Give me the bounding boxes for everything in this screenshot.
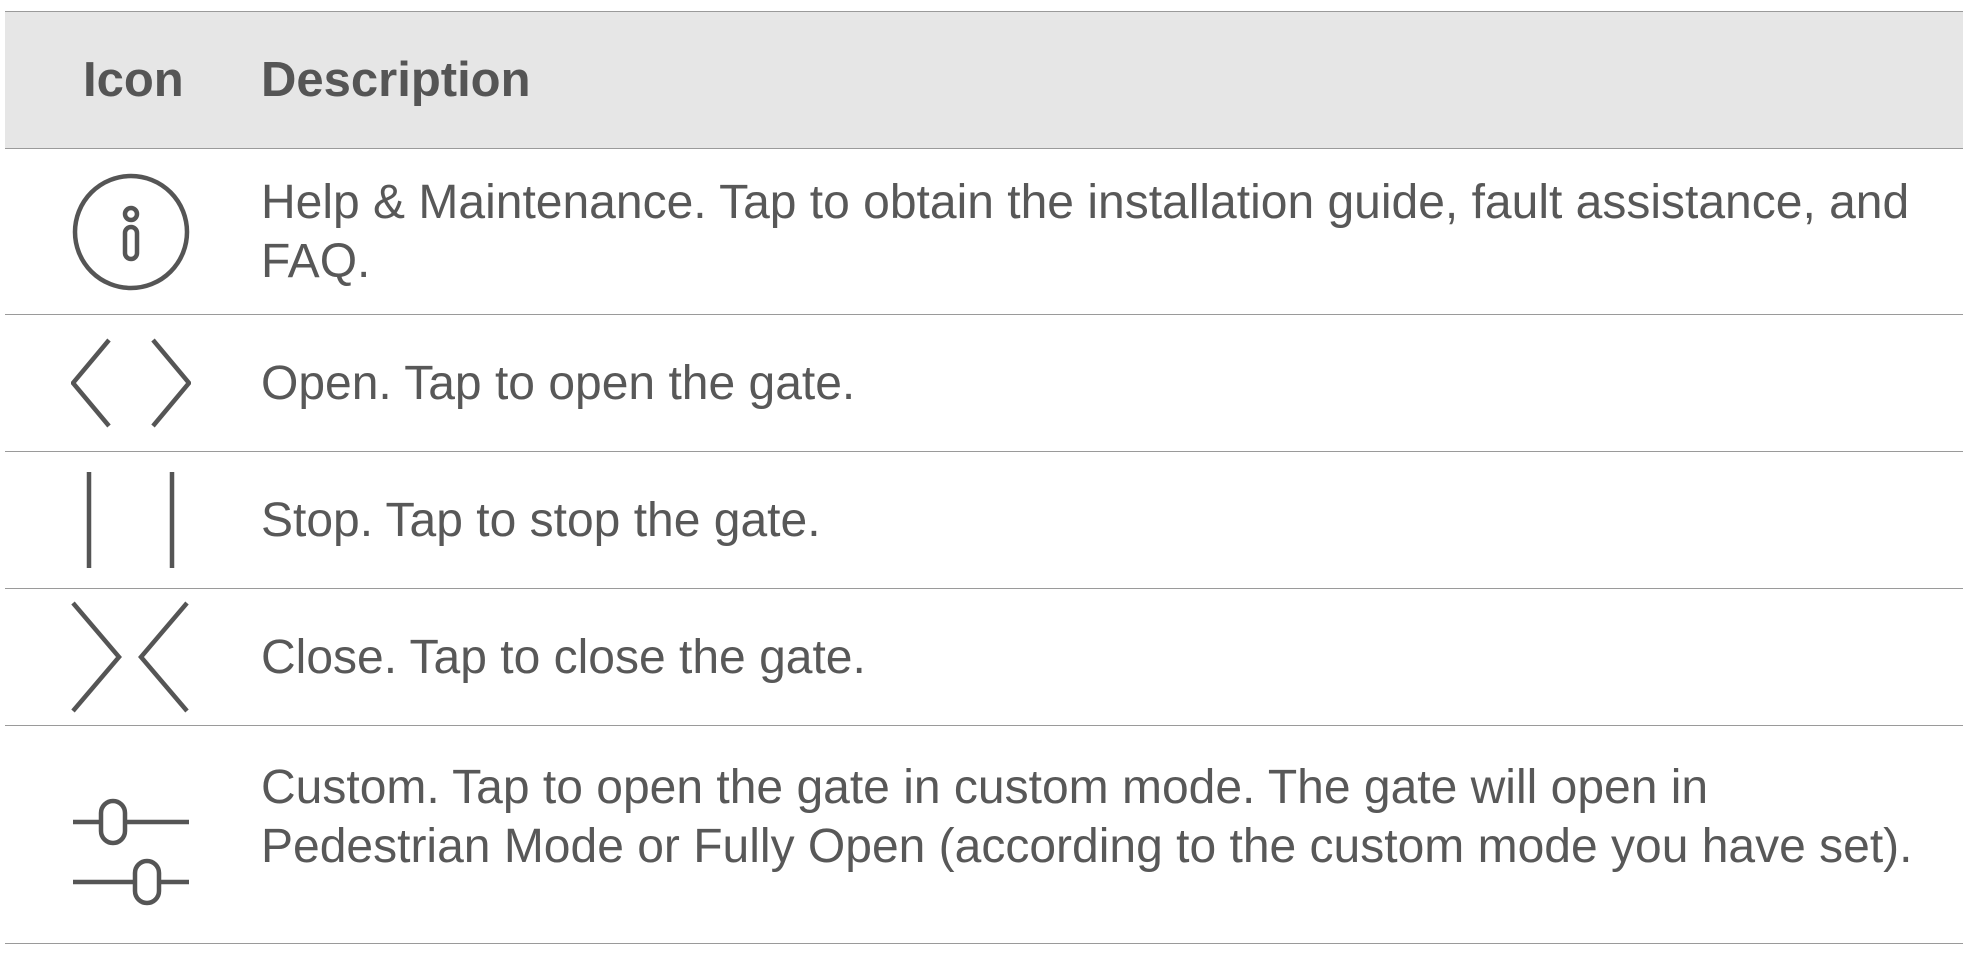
table-row: Open. Tap to open the gate. — [5, 315, 1963, 452]
row-description: Open. Tap to open the gate. — [261, 356, 856, 410]
row-description: Help & Maintenance. Tap to obtain the in… — [261, 175, 1910, 288]
open-icon — [5, 337, 261, 429]
custom-mode-icon — [5, 758, 261, 908]
table-row: Stop. Tap to stop the gate. — [5, 452, 1963, 589]
stop-icon — [5, 470, 261, 570]
table-row: Help & Maintenance. Tap to obtain the in… — [5, 149, 1963, 315]
help-maintenance-icon — [5, 172, 261, 292]
table-row: Close. Tap to close the gate. — [5, 589, 1963, 726]
table-header-row: Icon Description — [5, 12, 1963, 149]
close-icon — [5, 601, 261, 713]
header-icon: Icon — [83, 53, 184, 107]
header-description: Description — [261, 52, 531, 107]
row-description: Custom. Tap to open the gate in custom m… — [261, 761, 1913, 873]
icon-description-table: Icon Description Help & Maintenance. Tap… — [5, 11, 1963, 944]
table-row: Custom. Tap to open the gate in custom m… — [5, 726, 1963, 944]
row-description: Stop. Tap to stop the gate. — [261, 493, 821, 547]
row-description: Close. Tap to close the gate. — [261, 630, 866, 684]
